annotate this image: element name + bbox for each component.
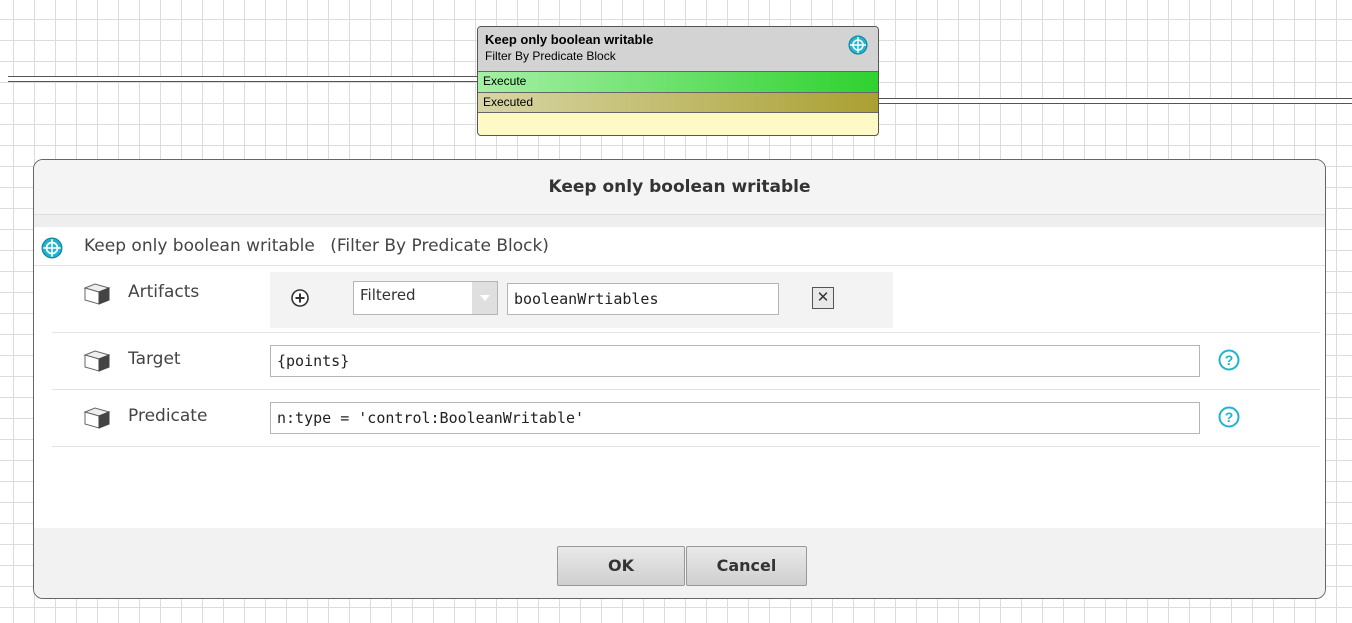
ok-button[interactable]: OK: [557, 546, 685, 586]
close-icon: ✕: [816, 288, 830, 306]
canvas-block-subtitle: Filter By Predicate Block: [485, 49, 616, 63]
artifacts-label: Artifacts: [128, 282, 200, 302]
target-label: Target: [128, 349, 181, 369]
artifact-mode-value: Filtered: [360, 286, 416, 304]
block-summary-line: Keep only boolean writable (Filter By Pr…: [34, 227, 1325, 266]
target-icon: [848, 35, 868, 60]
block-name: Keep only boolean writable: [84, 236, 315, 256]
chevron-down-icon[interactable]: [472, 282, 497, 314]
target-row: Target {points} ?: [52, 333, 1320, 390]
cube-icon: [83, 350, 111, 376]
canvas-block-title: Keep only boolean writable: [485, 32, 654, 47]
cube-icon: [83, 283, 111, 309]
block-type: (Filter By Predicate Block): [330, 236, 549, 256]
artifact-mode-select[interactable]: Filtered: [353, 281, 498, 315]
svg-text:?: ?: [1225, 409, 1234, 425]
dialog-divider: [34, 215, 1325, 227]
link-wire-left: [8, 76, 480, 82]
cancel-button[interactable]: Cancel: [686, 546, 807, 586]
execute-slot[interactable]: Execute: [478, 71, 878, 92]
dialog-title: Keep only boolean writable: [34, 160, 1325, 215]
dialog-footer: OK Cancel: [34, 528, 1325, 598]
executed-slot[interactable]: Executed: [478, 92, 878, 113]
canvas-block-header: Keep only boolean writable Filter By Pre…: [478, 27, 878, 71]
predicate-input[interactable]: n:type = 'control:BooleanWritable': [270, 402, 1200, 434]
svg-text:?: ?: [1225, 352, 1234, 368]
remove-artifact-button[interactable]: ✕: [812, 287, 834, 309]
artifacts-panel: Filtered booleanWrtiables ✕: [270, 272, 893, 328]
predicate-row: Predicate n:type = 'control:BooleanWrita…: [52, 390, 1320, 447]
predicate-label: Predicate: [128, 406, 208, 426]
block-config-dialog: Keep only boolean writable Keep only boo…: [33, 159, 1326, 599]
target-input[interactable]: {points}: [270, 345, 1200, 377]
help-icon[interactable]: ?: [1218, 406, 1240, 432]
add-artifact-icon[interactable]: [290, 288, 310, 312]
artifacts-row: Artifacts Filtered booleanWrtiables ✕: [52, 266, 1320, 333]
canvas-block[interactable]: Keep only boolean writable Filter By Pre…: [477, 26, 879, 136]
artifact-name-input[interactable]: booleanWrtiables: [507, 283, 779, 315]
link-wire-right: [878, 98, 1352, 104]
cube-icon: [83, 407, 111, 433]
help-icon[interactable]: ?: [1218, 349, 1240, 375]
